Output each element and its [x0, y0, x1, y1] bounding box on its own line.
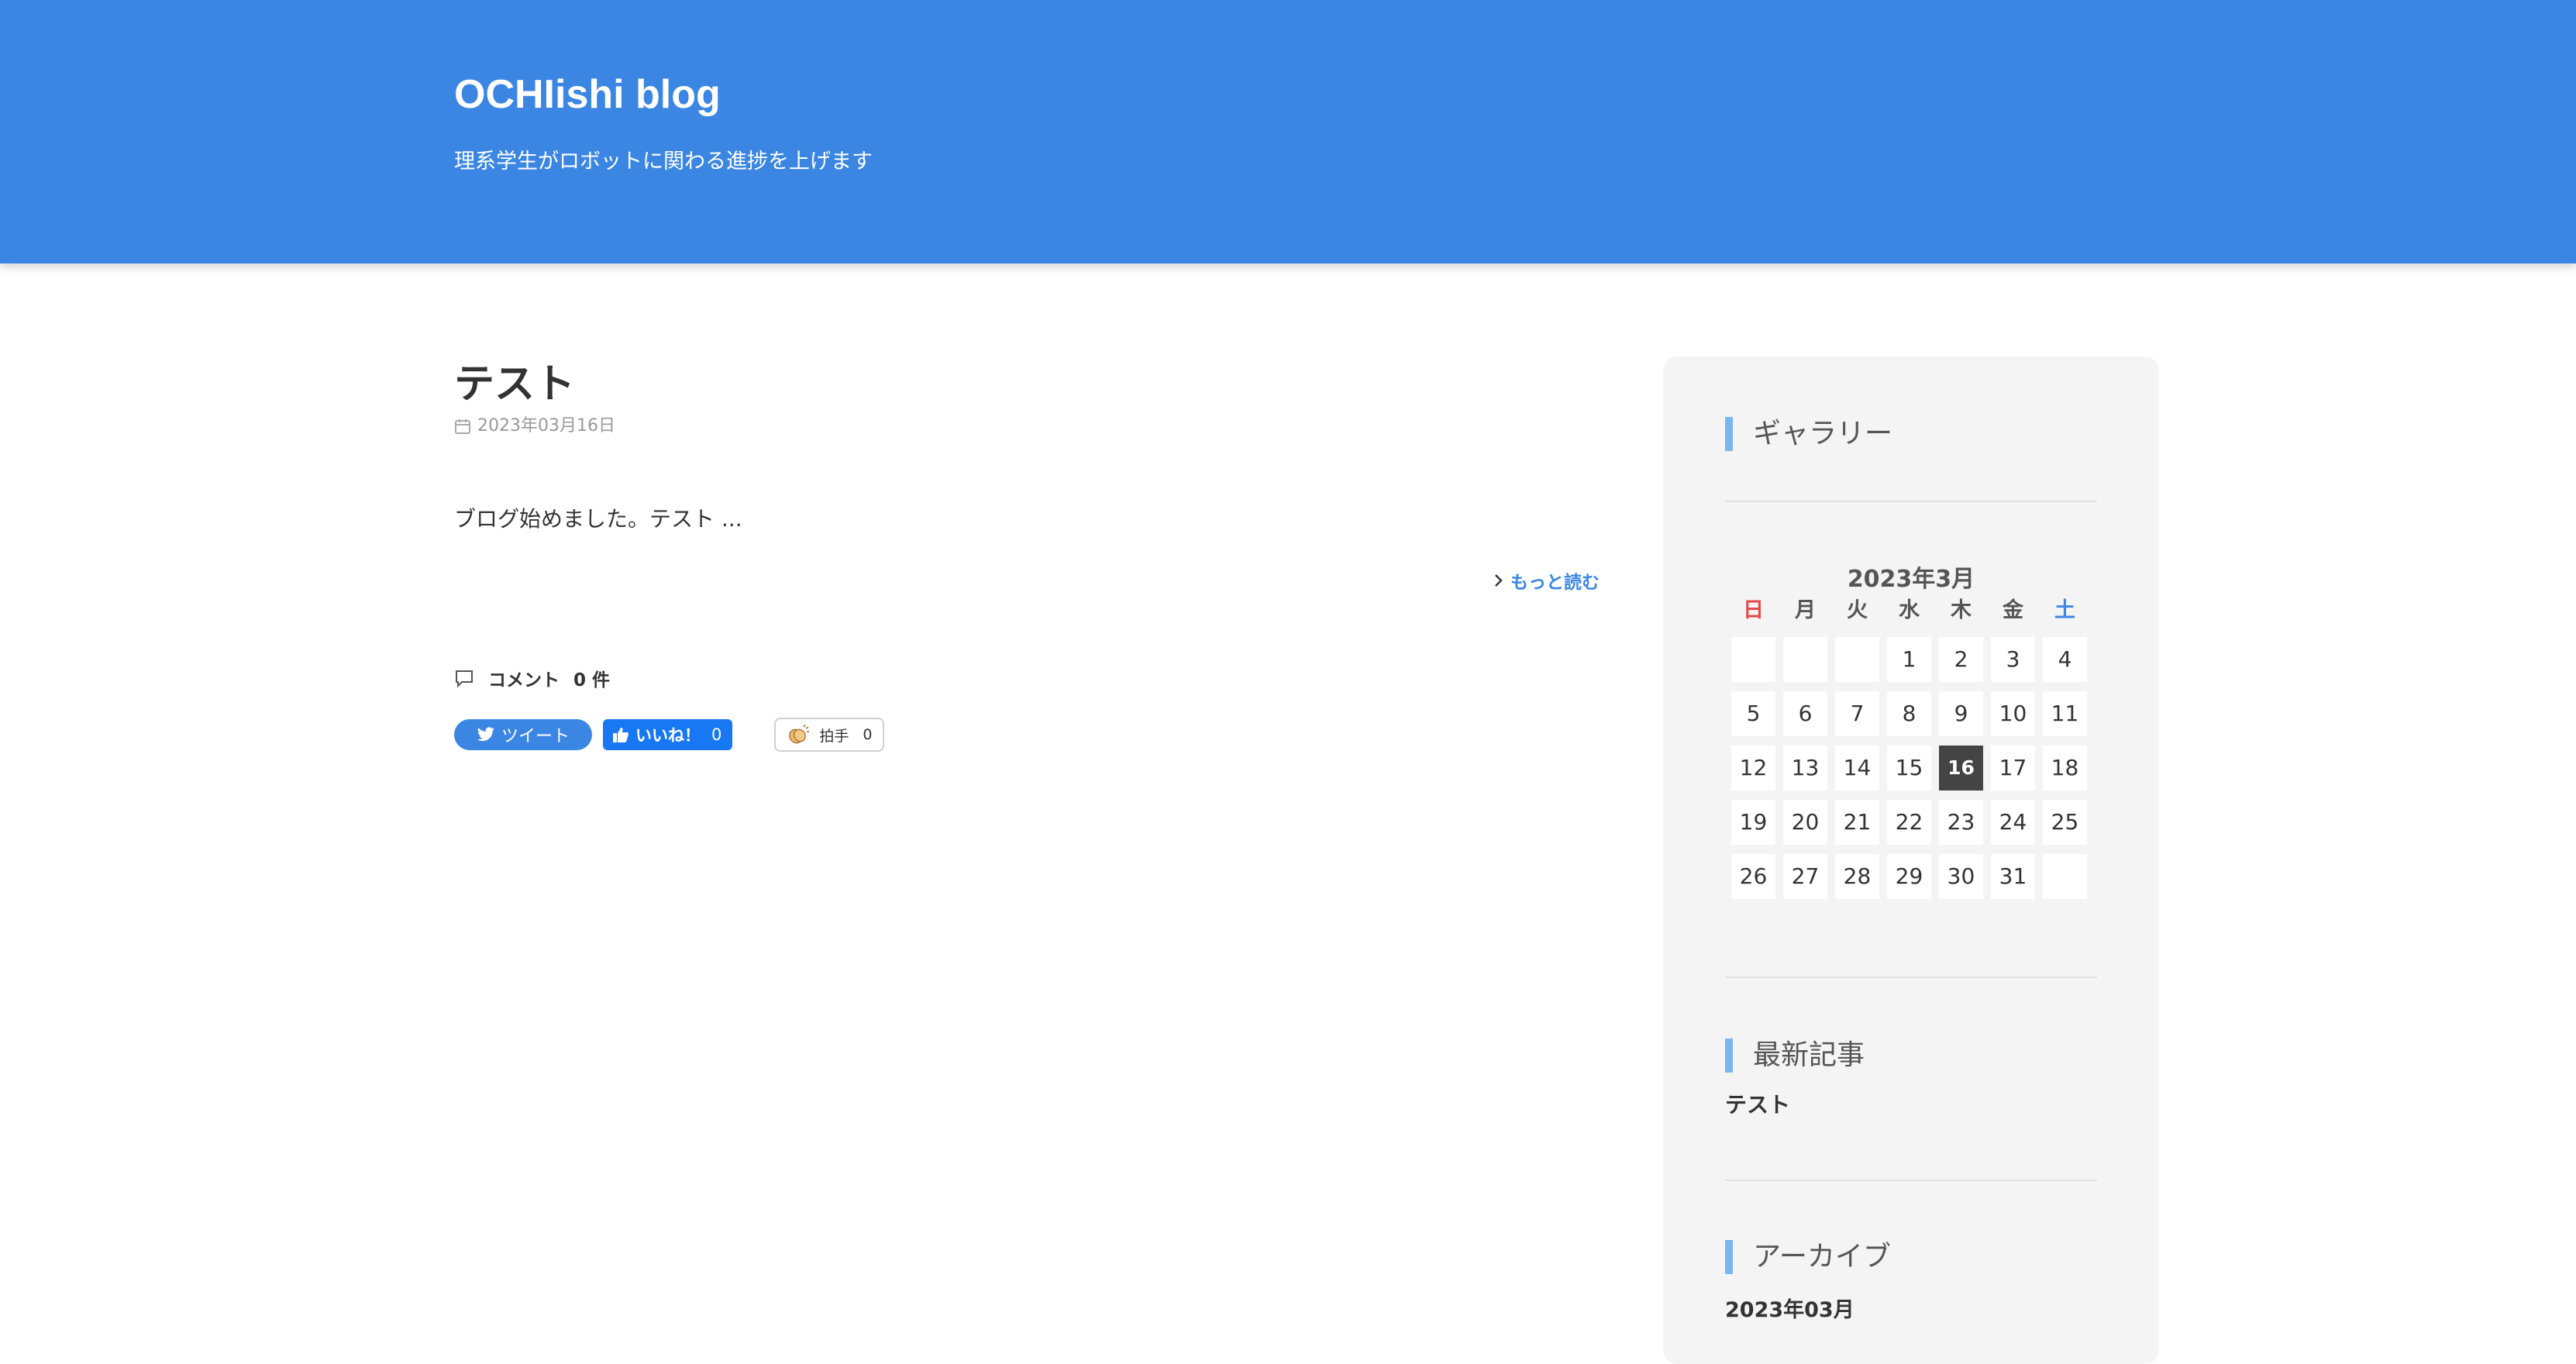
comments-row: コメント 0 件 — [454, 665, 1601, 691]
widget-divider — [1725, 976, 2097, 978]
calendar-day: 18 — [2043, 746, 2087, 790]
calendar-day: 6 — [1783, 691, 1827, 736]
calendar-weekday: 木 — [1951, 598, 1972, 622]
calendar-weekday: 日 — [1743, 598, 1764, 622]
archive-list: 2023年03月 — [1725, 1293, 2097, 1323]
like-label: いいね！ — [635, 726, 701, 745]
widget-divider — [1725, 1180, 2097, 1181]
post-title[interactable]: テスト — [454, 356, 1601, 412]
calendar-day: 21 — [1835, 800, 1879, 845]
calendar-day: 22 — [1887, 800, 1931, 845]
calendar-day: 23 — [1939, 800, 1983, 845]
recent-post-list: テスト — [1725, 1088, 2097, 1119]
gallery-widget: ギャラリー — [1725, 417, 2097, 451]
calendar-weekday: 水 — [1899, 598, 1920, 622]
calendar-day: 3 — [1991, 637, 2035, 682]
calendar-day: 9 — [1939, 691, 1983, 736]
title-accent-bar — [1725, 1240, 1733, 1274]
gallery-widget-title: ギャラリー — [1725, 417, 2097, 451]
archive-widget-title: アーカイブ — [1725, 1240, 2097, 1274]
share-buttons: ツイート いいね！ 0 拍手 0 — [454, 718, 1601, 752]
calendar-day: 28 — [1835, 854, 1879, 899]
site-description: 理系学生がロボットに関わる進捗を上げます — [454, 150, 873, 174]
clap-hands-icon — [787, 725, 810, 745]
archive-month-link[interactable]: 2023年03月 — [1725, 1293, 2097, 1323]
calendar-days-grid: 1 2 3 4 5 6 7 8 9 10 11 12 13 14 15 16 17 18 19 20 21 22 23 24 2… — [1731, 637, 2096, 908]
recent-title-text: 最新記事 — [1753, 1039, 1865, 1071]
calendar-day: 19 — [1731, 800, 1775, 845]
title-accent-bar — [1725, 1038, 1733, 1073]
comments-label[interactable]: コメント — [488, 665, 560, 691]
calendar-widget: 2023年3月 日月火水木金土 1 2 3 4 5 6 7 8 9 10 11 12 13 14 15 16 1… — [1725, 560, 2097, 899]
recent-posts-widget: 最新記事 テスト — [1725, 1038, 2097, 1119]
sidebar: ギャラリー 2023年3月 日月火水木金土 1 2 3 4 5 6 7 8 9 10 11 12 13 1… — [1663, 356, 2159, 1364]
calendar-day-empty — [2043, 854, 2087, 899]
read-more-label: もっと読む — [1510, 573, 1600, 593]
calendar-icon — [455, 419, 470, 434]
calendar-day: 12 — [1731, 746, 1775, 790]
calendar-day: 29 — [1887, 854, 1931, 899]
post-date-text: 2023年03月16日 — [477, 416, 615, 436]
calendar-day: 17 — [1991, 746, 2035, 790]
calendar-caption: 2023年3月 — [1847, 566, 1975, 593]
calendar-day: 8 — [1887, 691, 1931, 736]
calendar-weekday: 土 — [2054, 598, 2075, 622]
comment-icon — [454, 669, 474, 687]
facebook-like-button[interactable]: いいね！ 0 — [603, 719, 733, 750]
main-content: テスト 2023年03月16日 ブログ始めました。テスト ... もっと読む コ… — [454, 356, 1601, 752]
post-date: 2023年03月16日 — [454, 412, 1601, 440]
calendar-weekday-row: 日月火水木金土 — [1731, 592, 2096, 629]
tweet-button[interactable]: ツイート — [454, 719, 592, 750]
calendar-day: 7 — [1835, 691, 1879, 736]
clap-label: 拍手 — [819, 727, 849, 745]
calendar-day: 31 — [1991, 854, 2035, 899]
clap-button[interactable]: 拍手 0 — [774, 718, 885, 752]
clap-count: 0 — [863, 726, 873, 743]
calendar-day: 25 — [2043, 800, 2087, 845]
widget-divider — [1725, 501, 2097, 502]
calendar-weekday: 金 — [2003, 598, 2023, 622]
calendar-day-empty — [1731, 637, 1775, 682]
read-more-row: もっと読む — [454, 567, 1601, 594]
calendar-day: 15 — [1887, 746, 1931, 790]
site-header: OCHIishi blog 理系学生がロボットに関わる進捗を上げます — [0, 0, 2576, 264]
chevron-right-icon — [1495, 574, 1503, 587]
calendar-day-today[interactable]: 16 — [1939, 746, 1983, 790]
calendar-day: 13 — [1783, 746, 1827, 790]
recent-widget-title: 最新記事 — [1725, 1038, 2097, 1073]
thumbs-up-icon — [613, 728, 629, 742]
tweet-label: ツイート — [501, 727, 570, 746]
calendar-day-empty — [1783, 637, 1827, 682]
like-count: 0 — [711, 725, 722, 744]
archive-title-text: アーカイブ — [1753, 1241, 1891, 1273]
calendar-weekday: 火 — [1847, 598, 1868, 622]
calendar-day: 14 — [1835, 746, 1879, 790]
archive-widget: アーカイブ 2023年03月 — [1725, 1240, 2097, 1323]
comments-count: 0 件 — [573, 670, 611, 691]
post-excerpt: ブログ始めました。テスト ... — [454, 506, 742, 532]
calendar-day: 27 — [1783, 854, 1827, 899]
calendar-day: 30 — [1939, 854, 1983, 899]
site-title-link[interactable]: OCHIishi blog — [454, 71, 721, 118]
twitter-bird-icon — [477, 727, 494, 742]
calendar-day: 4 — [2043, 637, 2087, 682]
read-more-link[interactable]: もっと読む — [1493, 567, 1600, 594]
calendar-day: 5 — [1731, 691, 1775, 736]
calendar-day: 2 — [1939, 637, 1983, 682]
recent-post-link[interactable]: テスト — [1725, 1088, 2097, 1119]
title-accent-bar — [1725, 417, 1733, 451]
calendar-day: 10 — [1991, 691, 2035, 736]
calendar-day: 24 — [1991, 800, 2035, 845]
gallery-title-text: ギャラリー — [1753, 418, 1893, 450]
calendar-day: 1 — [1887, 637, 1931, 682]
calendar-day: 11 — [2043, 691, 2087, 736]
calendar-day-empty — [1835, 637, 1879, 682]
calendar-day: 26 — [1731, 854, 1775, 899]
calendar-weekday: 月 — [1795, 598, 1816, 622]
calendar-day: 20 — [1783, 800, 1827, 845]
